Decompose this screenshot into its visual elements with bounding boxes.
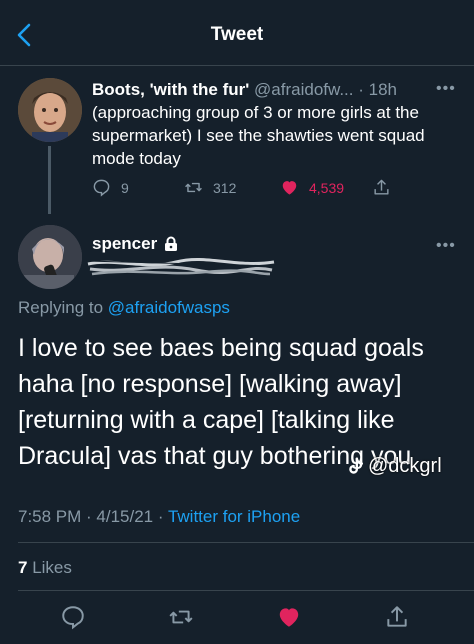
retweet-count: 312 [213, 179, 237, 196]
divider-bottom [18, 590, 474, 591]
main-avatar-image [18, 225, 82, 289]
replying-to-mention[interactable]: @afraidofwasps [108, 298, 230, 317]
share-icon[interactable] [384, 604, 410, 630]
watermark-text: @dckgrl [368, 455, 442, 477]
more-icon[interactable]: ••• [436, 80, 456, 98]
retweet-icon [185, 182, 202, 193]
main-actions [0, 604, 474, 634]
parent-avatar[interactable] [18, 78, 82, 142]
retweet-icon[interactable] [168, 604, 194, 630]
main-more-icon[interactable]: ••• [436, 237, 456, 255]
parent-tweet-header: Boots, 'with the fur' @afraidofw... · 18… [92, 80, 462, 100]
divider-top [18, 542, 474, 543]
parent-timestamp: · 18h [358, 80, 397, 99]
main-tweet-text: I love to see baes being squad goals hah… [18, 334, 424, 470]
main-avatar[interactable] [18, 225, 82, 289]
tweet-timestamp: 7:58 PM · 4/15/21 · Twitter for iPhone [18, 507, 300, 527]
redacted-handle-scribble [86, 258, 276, 276]
heart-icon[interactable] [276, 604, 302, 630]
parent-avatar-image [18, 78, 82, 142]
likes-summary[interactable]: 7 Likes [18, 558, 72, 578]
parent-tweet-text: (approaching group of 3 or more girls at… [92, 103, 425, 168]
main-display-name[interactable]: spencer [92, 234, 157, 254]
tweet-source[interactable]: Twitter for iPhone [168, 507, 300, 526]
thread-line [48, 146, 51, 214]
main-display-name-row: spencer [92, 234, 179, 254]
replying-prefix: Replying to [18, 298, 108, 317]
tiktok-icon [349, 457, 364, 474]
reply-icon [93, 179, 110, 197]
tweet-date: 7:58 PM · 4/15/21 · [18, 507, 168, 526]
reply-count: 9 [121, 179, 129, 196]
heart-icon [282, 181, 297, 195]
like-button[interactable]: 4,539 [280, 178, 344, 197]
page-title: Tweet [210, 24, 264, 45]
tiktok-watermark: @dckgrl [344, 455, 442, 478]
reply-icon[interactable] [60, 604, 86, 630]
likes-label: Likes [27, 558, 72, 577]
top-bar: Tweet [0, 0, 474, 66]
replying-to: Replying to @afraidofwasps [18, 298, 230, 318]
lock-icon [165, 236, 178, 251]
retweet-button[interactable]: 312 [184, 178, 236, 197]
parent-handle[interactable]: @afraidofw... [254, 80, 353, 99]
parent-actions: 9 312 4,539 [92, 178, 412, 200]
like-count: 4,539 [309, 179, 345, 196]
share-icon [374, 179, 389, 195]
parent-display-name[interactable]: Boots, 'with the fur' [92, 80, 249, 99]
share-button[interactable] [372, 178, 391, 197]
reply-button[interactable]: 9 [92, 178, 129, 197]
